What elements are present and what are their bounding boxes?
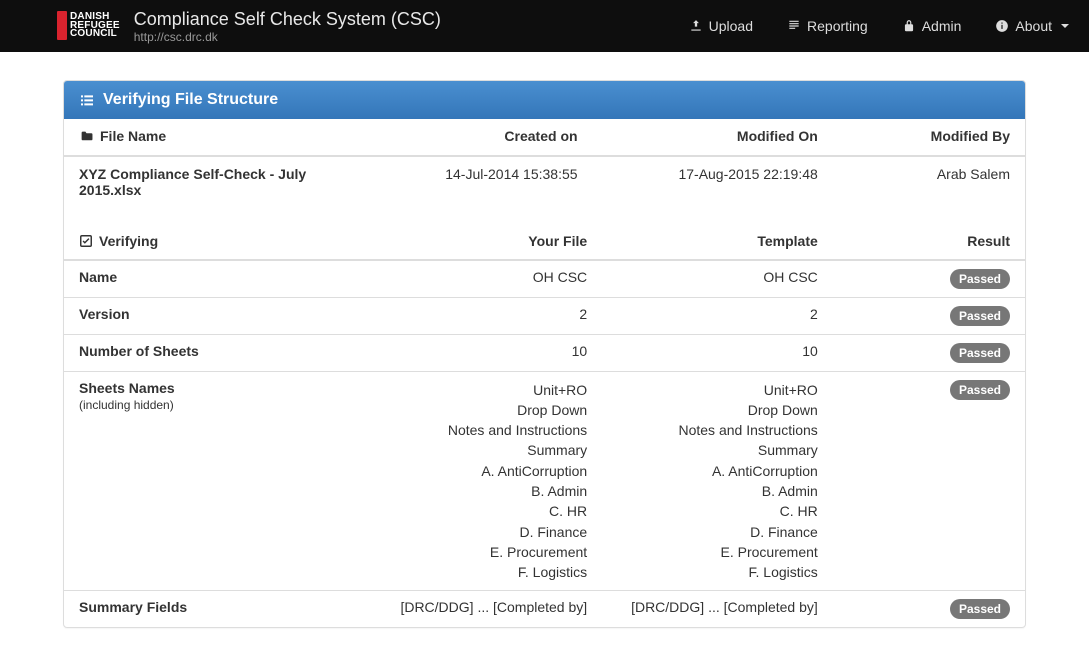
verify-row-summary: Summary Fields [DRC/DDG] ... [Completed … [64,591,1025,628]
topbar: DANISH REFUGEE COUNCIL Compliance Self C… [0,0,1089,52]
brand-logo: DANISH REFUGEE COUNCIL [70,13,120,39]
panel-heading: Verifying File Structure [64,81,1025,119]
brand[interactable]: DANISH REFUGEE COUNCIL Compliance Self C… [70,9,441,44]
list-icon [79,92,95,108]
cell-temp-sheetnames: Unit+RODrop DownNotes and InstructionsSu… [602,371,833,591]
verify-table: Verifying Your File Template Result Name… [64,225,1025,628]
result-badge: Passed [950,380,1010,400]
upload-icon [689,19,703,33]
app-title: Compliance Self Check System (CSC) [134,9,441,30]
th-modified-by: Modified By [833,119,1025,156]
folder-icon [79,130,94,143]
nav-label: About [1015,18,1052,34]
brand-logo-line: COUNCIL [70,30,120,39]
th-verifying: Verifying [64,225,314,260]
result-badge: Passed [950,343,1010,363]
cell-your-sheetnames: Unit+RODrop DownNotes and InstructionsSu… [314,371,602,591]
cell-modified-by: Arab Salem [833,156,1025,207]
nav-label: Reporting [807,18,868,34]
result-badge: Passed [950,269,1010,289]
nav-admin[interactable]: Admin [902,18,962,34]
th-created: Created on [343,119,593,156]
result-badge: Passed [950,599,1010,619]
file-meta-table: File Name Created on Modified On Modifie… [64,119,1025,207]
top-nav: Upload Reporting Admin About [689,18,1069,34]
cell-modified-on: 17-Aug-2015 22:19:48 [593,156,833,207]
cell-filename: XYZ Compliance Self-Check - July 2015.xl… [64,156,343,207]
panel-title: Verifying File Structure [103,91,278,109]
nav-reporting[interactable]: Reporting [787,18,868,34]
verify-row-sheetcount: Number of Sheets 10 10 Passed [64,334,1025,371]
th-your-file: Your File [314,225,602,260]
verify-row-sheetnames: Sheets Names (including hidden) Unit+ROD… [64,371,1025,591]
info-icon [995,19,1009,33]
panel-verify: Verifying File Structure File Name Creat… [63,80,1026,628]
verify-row-version: Version 2 2 Passed [64,297,1025,334]
cell-created: 14-Jul-2014 15:38:55 [343,156,593,207]
check-square-icon [79,234,93,248]
app-url: http://csc.drc.dk [134,30,441,44]
th-result: Result [833,225,1025,260]
nav-about[interactable]: About [995,18,1069,34]
nav-label: Upload [709,18,753,34]
reporting-icon [787,19,801,33]
nav-label: Admin [922,18,962,34]
file-meta-row: XYZ Compliance Self-Check - July 2015.xl… [64,156,1025,207]
nav-upload[interactable]: Upload [689,18,753,34]
th-template: Template [602,225,833,260]
chevron-down-icon [1061,24,1069,28]
th-modified-on: Modified On [593,119,833,156]
result-badge: Passed [950,306,1010,326]
th-filename: File Name [64,119,343,156]
lock-icon [902,19,916,33]
verify-row-name: Name OH CSC OH CSC Passed [64,260,1025,298]
